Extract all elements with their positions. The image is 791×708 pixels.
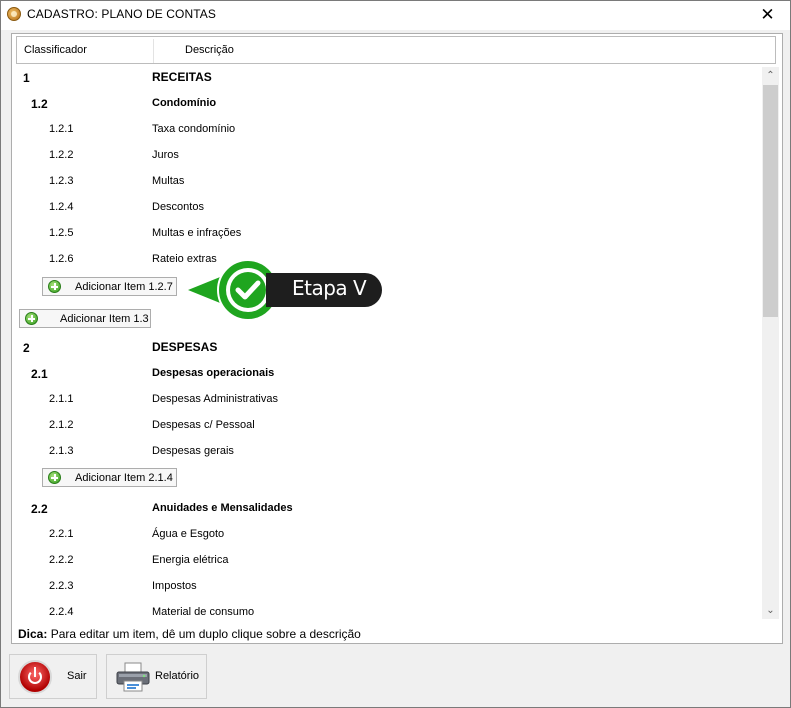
relatorio-label: Relatório xyxy=(155,670,200,682)
row-description[interactable]: Despesas gerais xyxy=(152,445,234,457)
table-row[interactable]: 2.2 Anuidades e Mensalidades xyxy=(12,495,760,521)
row-description[interactable]: DESPESAS xyxy=(152,340,217,354)
footer-toolbar: Sair Relatório xyxy=(1,645,790,707)
row-description[interactable]: Impostos xyxy=(152,580,197,592)
etapa-callout: Etapa V xyxy=(186,257,386,323)
column-divider[interactable] xyxy=(153,39,154,63)
table-row[interactable]: 1.2.2 Juros xyxy=(12,142,760,168)
vertical-scrollbar[interactable]: ⌃ ⌄ xyxy=(762,67,779,619)
table-row[interactable]: 1.2.5 Multas e infrações xyxy=(12,220,760,246)
row-code: 2.1.1 xyxy=(49,393,74,405)
add-item-2-1-4-button[interactable]: Adicionar Item 2.1.4 xyxy=(42,468,177,487)
scroll-down-icon[interactable]: ⌄ xyxy=(762,602,779,619)
table-row[interactable]: 2.2.3 Impostos xyxy=(12,573,760,599)
sair-label: Sair xyxy=(67,670,87,682)
tip-label: Dica: xyxy=(18,627,48,641)
row-code: 1.2.2 xyxy=(49,149,74,161)
table-row[interactable]: 2.1.2 Despesas c/ Pessoal xyxy=(12,412,760,438)
column-header-descricao[interactable]: Descrição xyxy=(185,37,234,63)
row-code: 2.2 xyxy=(31,502,48,516)
add-button-label: Adicionar Item 2.1.4 xyxy=(75,472,173,484)
column-header-classificador[interactable]: Classificador xyxy=(24,37,87,63)
table-row[interactable]: 1.2.3 Multas xyxy=(12,168,760,194)
add-item-1-3-button[interactable]: Adicionar Item 1.3 xyxy=(19,309,151,328)
accounts-list: 1 RECEITAS 1.2 Condomínio 1.2.1 Taxa con… xyxy=(12,64,760,619)
row-code: 1 xyxy=(23,71,30,85)
row-description[interactable]: Despesas operacionais xyxy=(152,367,274,379)
sair-button[interactable]: Sair xyxy=(9,654,97,699)
table-row[interactable]: 2 DESPESAS xyxy=(12,334,760,360)
title-bar: CADASTRO: PLANO DE CONTAS ✕ xyxy=(1,1,790,30)
accounts-panel: Classificador Descrição 1 RECEITAS 1.2 C… xyxy=(11,33,783,644)
relatorio-button[interactable]: Relatório xyxy=(106,654,207,699)
row-description[interactable]: RECEITAS xyxy=(152,70,212,84)
scroll-up-icon[interactable]: ⌃ xyxy=(762,67,779,84)
row-code: 2.1 xyxy=(31,367,48,381)
app-icon xyxy=(7,7,21,21)
table-row[interactable]: 2.2.2 Energia elétrica xyxy=(12,547,760,573)
add-item-1-2-7-button[interactable]: Adicionar Item 1.2.7 xyxy=(42,277,177,296)
row-description[interactable]: Anuidades e Mensalidades xyxy=(152,502,293,514)
callout-text: Etapa V xyxy=(292,276,367,300)
add-button-label: Adicionar Item 1.2.7 xyxy=(75,281,173,293)
table-row[interactable]: 2.2.1 Água e Esgoto xyxy=(12,521,760,547)
add-circle-icon xyxy=(48,280,61,293)
row-description[interactable]: Água e Esgoto xyxy=(152,528,224,540)
printer-icon xyxy=(116,662,150,692)
tip-text: Dica: Para editar um item, dê um duplo c… xyxy=(18,627,361,641)
scroll-thumb[interactable] xyxy=(763,85,778,317)
table-row[interactable]: 2.1.1 Despesas Administrativas xyxy=(12,386,760,412)
table-row[interactable]: 1 RECEITAS xyxy=(12,64,760,90)
row-code: 1.2 xyxy=(31,97,48,111)
window-title: CADASTRO: PLANO DE CONTAS xyxy=(27,7,216,21)
row-code: 2 xyxy=(23,341,30,355)
row-code: 1.2.6 xyxy=(49,253,74,265)
table-row[interactable]: 1.2.1 Taxa condomínio xyxy=(12,116,760,142)
row-code: 2.1.2 xyxy=(49,419,74,431)
row-description[interactable]: Condomínio xyxy=(152,97,216,109)
table-row[interactable]: 2.1 Despesas operacionais xyxy=(12,360,760,386)
row-description[interactable]: Descontos xyxy=(152,201,204,213)
table-row[interactable]: 2.2.4 Material de consumo xyxy=(12,599,760,619)
row-code: 1.2.5 xyxy=(49,227,74,239)
table-row[interactable]: 1.2.4 Descontos xyxy=(12,194,760,220)
row-description[interactable]: Despesas c/ Pessoal xyxy=(152,419,255,431)
table-header: Classificador Descrição xyxy=(16,36,776,64)
row-description[interactable]: Multas e infrações xyxy=(152,227,241,239)
row-code: 1.2.4 xyxy=(49,201,74,213)
cadastro-window: CADASTRO: PLANO DE CONTAS ✕ Classificado… xyxy=(0,0,791,708)
add-button-label: Adicionar Item 1.3 xyxy=(60,313,149,325)
row-description[interactable]: Taxa condomínio xyxy=(152,123,235,135)
table-row[interactable]: 1.2 Condomínio xyxy=(12,90,760,116)
power-icon xyxy=(18,660,52,694)
row-code: 1.2.1 xyxy=(49,123,74,135)
row-code: 2.2.3 xyxy=(49,580,74,592)
row-description[interactable]: Material de consumo xyxy=(152,606,254,618)
row-description[interactable]: Energia elétrica xyxy=(152,554,228,566)
row-code: 1.2.3 xyxy=(49,175,74,187)
row-code: 2.2.1 xyxy=(49,528,74,540)
row-description[interactable]: Despesas Administrativas xyxy=(152,393,278,405)
row-description[interactable]: Juros xyxy=(152,149,179,161)
table-row[interactable]: 2.1.3 Despesas gerais xyxy=(12,438,760,464)
row-code: 2.2.4 xyxy=(49,606,74,618)
row-code: 2.2.2 xyxy=(49,554,74,566)
add-circle-icon xyxy=(48,471,61,484)
tip-message: Para editar um item, dê um duplo clique … xyxy=(50,627,361,641)
close-icon[interactable]: ✕ xyxy=(745,1,790,30)
row-description[interactable]: Multas xyxy=(152,175,184,187)
add-circle-icon xyxy=(25,312,38,325)
table-row[interactable]: 1.2.6 Rateio extras xyxy=(12,246,760,272)
row-code: 2.1.3 xyxy=(49,445,74,457)
